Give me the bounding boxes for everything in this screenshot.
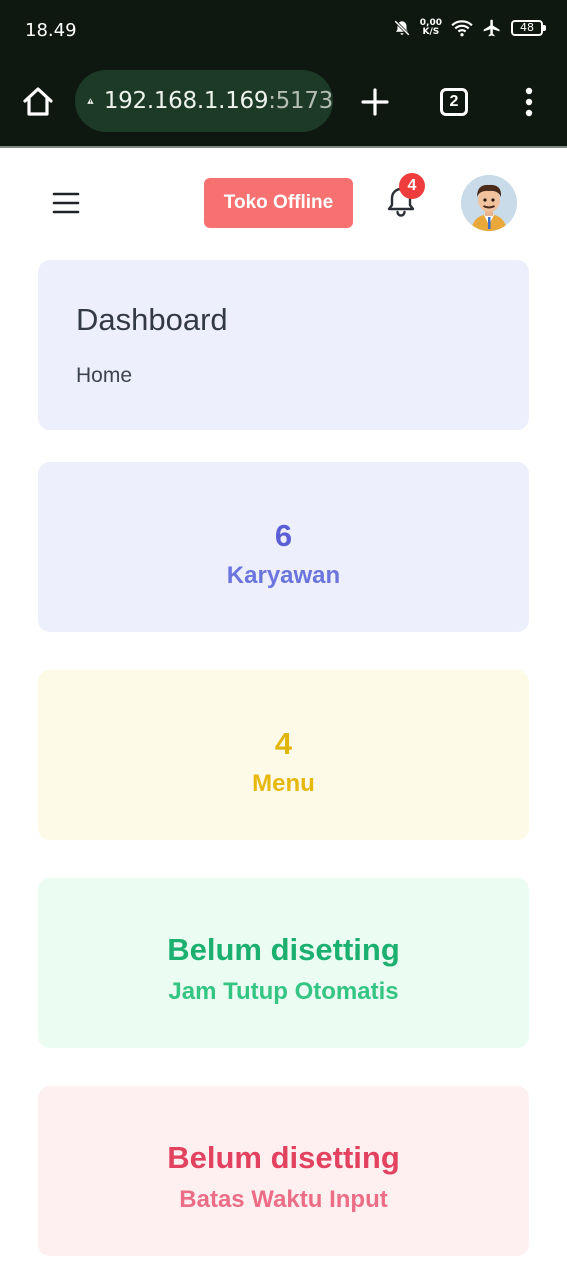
avatar-image [461,175,517,231]
tabs-icon[interactable]: 2 [440,88,468,116]
stat-label: Jam Tutup Otomatis [168,978,399,1005]
url-bar[interactable]: 192.168.1.169:5173 [75,70,333,132]
avatar[interactable] [461,175,517,231]
stat-card-jam-tutup[interactable]: Belum disetting Jam Tutup Otomatis [38,878,529,1048]
net-speed: 0,00 K/S [420,19,442,37]
status-bar: 18.49 0,00 K/S 48 [0,0,567,60]
wifi-icon [451,20,473,37]
breadcrumb[interactable]: Home [76,364,132,388]
page-title: Dashboard [76,302,228,337]
mute-bell-icon [393,20,410,36]
stat-value: 4 [274,726,293,761]
url-port: :5173 [268,88,333,114]
stat-label: Menu [252,770,315,797]
stat-value: Belum disetting [167,932,400,967]
status-time: 18.49 [25,20,77,41]
net-speed-unit: K/S [422,27,440,37]
url-text[interactable]: 192.168.1.169:5173 [104,88,333,114]
hamburger-icon[interactable] [48,186,84,220]
status-icons: 0,00 K/S 48 [393,18,546,38]
dashboard-header-card: Dashboard Home [38,260,529,430]
stat-card-karyawan[interactable]: 6 Karyawan [38,462,529,632]
url-host: 192.168.1.169 [103,88,269,114]
battery-icon: 48 [511,20,546,36]
airplane-icon [483,19,500,37]
notification-badge: 4 [399,173,425,199]
toolbar-divider [0,146,567,148]
warning-icon[interactable] [87,88,94,114]
plus-icon[interactable] [357,84,393,120]
store-status-button[interactable]: Toko Offline [204,178,353,228]
more-vert-icon[interactable] [514,84,544,120]
stat-value: Belum disetting [167,1140,400,1175]
stat-label: Batas Waktu Input [179,1186,388,1213]
home-icon[interactable] [20,84,56,120]
stat-card-batas-waktu[interactable]: Belum disetting Batas Waktu Input [38,1086,529,1256]
browser-toolbar: 192.168.1.169:5173 2 [0,60,567,146]
stat-label: Karyawan [226,562,341,589]
stat-card-menu[interactable]: 4 Menu [38,670,529,840]
stat-value: 6 [274,518,293,553]
